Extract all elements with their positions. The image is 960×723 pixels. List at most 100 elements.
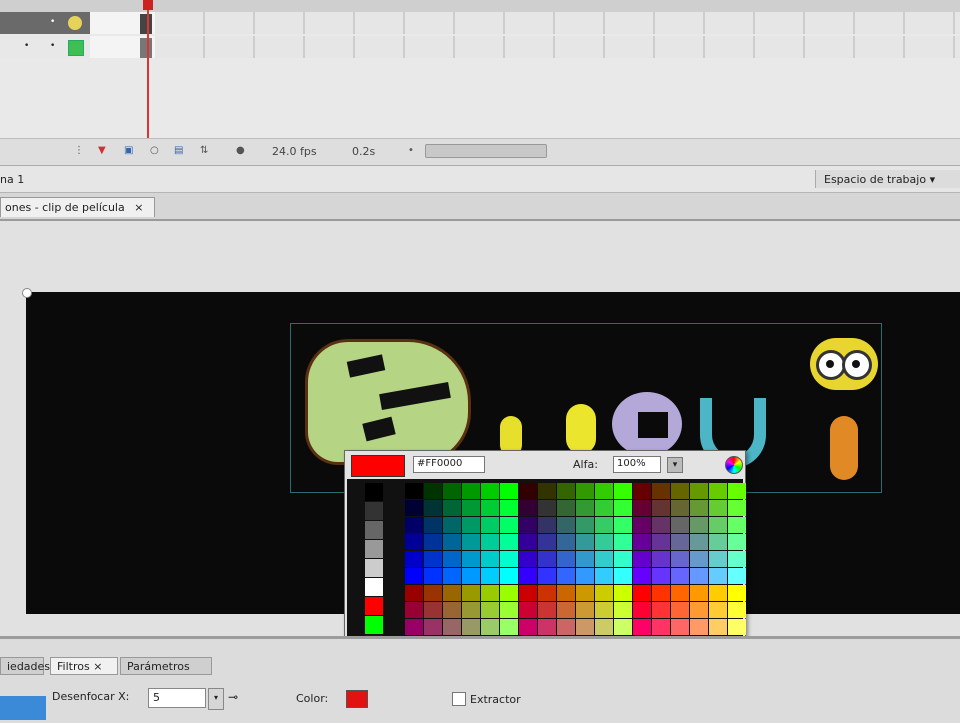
color-swatch[interactable] <box>481 619 499 635</box>
color-wheel-icon[interactable] <box>725 456 743 474</box>
color-swatch[interactable] <box>481 551 499 567</box>
color-swatch[interactable] <box>443 500 461 516</box>
color-swatch[interactable] <box>557 500 575 516</box>
color-swatch[interactable] <box>614 585 632 601</box>
color-swatch[interactable] <box>519 602 537 618</box>
color-swatch[interactable] <box>728 619 746 635</box>
color-swatch[interactable] <box>424 619 442 635</box>
color-swatch[interactable] <box>652 517 670 533</box>
keyframe-icon[interactable] <box>140 38 152 58</box>
tab-filters[interactable]: Filtros × <box>50 657 118 675</box>
color-swatch[interactable] <box>671 619 689 635</box>
frame-rate[interactable]: 24.0 fps <box>272 145 317 158</box>
basic-color-swatch[interactable] <box>365 616 383 634</box>
registration-point[interactable] <box>22 288 32 298</box>
color-swatch[interactable] <box>424 483 442 499</box>
color-swatch[interactable] <box>462 551 480 567</box>
color-swatch[interactable] <box>481 602 499 618</box>
color-swatch[interactable] <box>709 517 727 533</box>
color-swatch[interactable] <box>443 517 461 533</box>
playhead-handle[interactable] <box>143 0 153 10</box>
timeline-scrollbar[interactable] <box>425 144 547 158</box>
color-swatch[interactable] <box>443 585 461 601</box>
color-swatch[interactable] <box>500 534 518 550</box>
color-swatch[interactable] <box>462 517 480 533</box>
color-swatch[interactable] <box>557 602 575 618</box>
onion-markers-icon[interactable]: ▤ <box>174 145 184 156</box>
color-swatch[interactable] <box>595 619 613 635</box>
color-swatch[interactable] <box>614 483 632 499</box>
color-swatch[interactable] <box>462 534 480 550</box>
color-swatch[interactable] <box>538 602 556 618</box>
color-swatch[interactable] <box>652 500 670 516</box>
color-swatch[interactable] <box>481 500 499 516</box>
color-swatch[interactable] <box>576 551 594 567</box>
current-frame-icon[interactable]: ● <box>236 145 246 156</box>
color-swatch[interactable] <box>614 602 632 618</box>
color-swatch[interactable] <box>576 483 594 499</box>
color-swatch[interactable] <box>728 500 746 516</box>
color-swatch[interactable] <box>538 534 556 550</box>
blur-x-input[interactable]: 5 <box>148 688 206 708</box>
color-swatch[interactable] <box>500 551 518 567</box>
color-swatch[interactable] <box>709 534 727 550</box>
document-tab[interactable]: ones - clip de película × <box>0 197 155 217</box>
color-swatch[interactable] <box>633 619 651 635</box>
color-swatch[interactable] <box>652 534 670 550</box>
logo-letter-i[interactable] <box>830 416 858 480</box>
color-swatch[interactable] <box>443 619 461 635</box>
color-swatch[interactable] <box>538 568 556 584</box>
color-swatch[interactable] <box>519 619 537 635</box>
color-swatch[interactable] <box>633 602 651 618</box>
color-swatch[interactable] <box>652 568 670 584</box>
color-swatch[interactable] <box>405 551 423 567</box>
color-swatch[interactable] <box>519 534 537 550</box>
color-swatch[interactable] <box>405 517 423 533</box>
color-swatch[interactable] <box>595 483 613 499</box>
knockout-checkbox[interactable] <box>452 692 466 706</box>
edit-frames-icon[interactable]: ○ <box>150 145 160 156</box>
color-swatch[interactable] <box>405 483 423 499</box>
color-swatch[interactable] <box>728 568 746 584</box>
color-swatch[interactable] <box>405 500 423 516</box>
color-swatch[interactable] <box>614 619 632 635</box>
onion-outline-icon[interactable]: ▣ <box>124 145 134 156</box>
color-swatch[interactable] <box>671 517 689 533</box>
color-swatch[interactable] <box>500 517 518 533</box>
layer-row[interactable]: • <box>0 12 960 34</box>
color-swatch[interactable] <box>614 500 632 516</box>
color-swatch[interactable] <box>462 602 480 618</box>
basic-color-swatch[interactable] <box>365 597 383 615</box>
basic-color-swatch[interactable] <box>365 578 383 596</box>
color-swatch[interactable] <box>462 500 480 516</box>
color-swatch[interactable] <box>595 500 613 516</box>
color-swatch[interactable] <box>671 534 689 550</box>
color-swatch[interactable] <box>690 483 708 499</box>
outline-color-icon[interactable] <box>68 40 84 56</box>
onion-skin-icon[interactable]: ▼ <box>98 145 108 156</box>
playhead[interactable] <box>147 0 149 138</box>
color-swatch[interactable] <box>633 500 651 516</box>
color-swatch[interactable] <box>690 619 708 635</box>
outline-color-icon[interactable] <box>68 16 82 30</box>
color-swatch[interactable] <box>519 483 537 499</box>
color-swatch[interactable] <box>424 602 442 618</box>
color-swatch[interactable] <box>671 500 689 516</box>
color-swatch[interactable] <box>557 551 575 567</box>
color-swatch[interactable] <box>424 534 442 550</box>
color-swatch[interactable] <box>690 568 708 584</box>
color-swatch[interactable] <box>614 551 632 567</box>
color-swatch[interactable] <box>481 585 499 601</box>
color-swatch[interactable] <box>424 585 442 601</box>
basic-color-swatch[interactable] <box>365 483 383 501</box>
color-swatch[interactable] <box>481 568 499 584</box>
color-swatch[interactable] <box>576 568 594 584</box>
color-swatch[interactable] <box>443 534 461 550</box>
color-swatch[interactable] <box>557 483 575 499</box>
color-swatch[interactable] <box>443 602 461 618</box>
color-swatch[interactable] <box>633 585 651 601</box>
color-swatch[interactable] <box>500 483 518 499</box>
color-swatch[interactable] <box>709 585 727 601</box>
color-swatch[interactable] <box>728 534 746 550</box>
color-swatch[interactable] <box>652 483 670 499</box>
